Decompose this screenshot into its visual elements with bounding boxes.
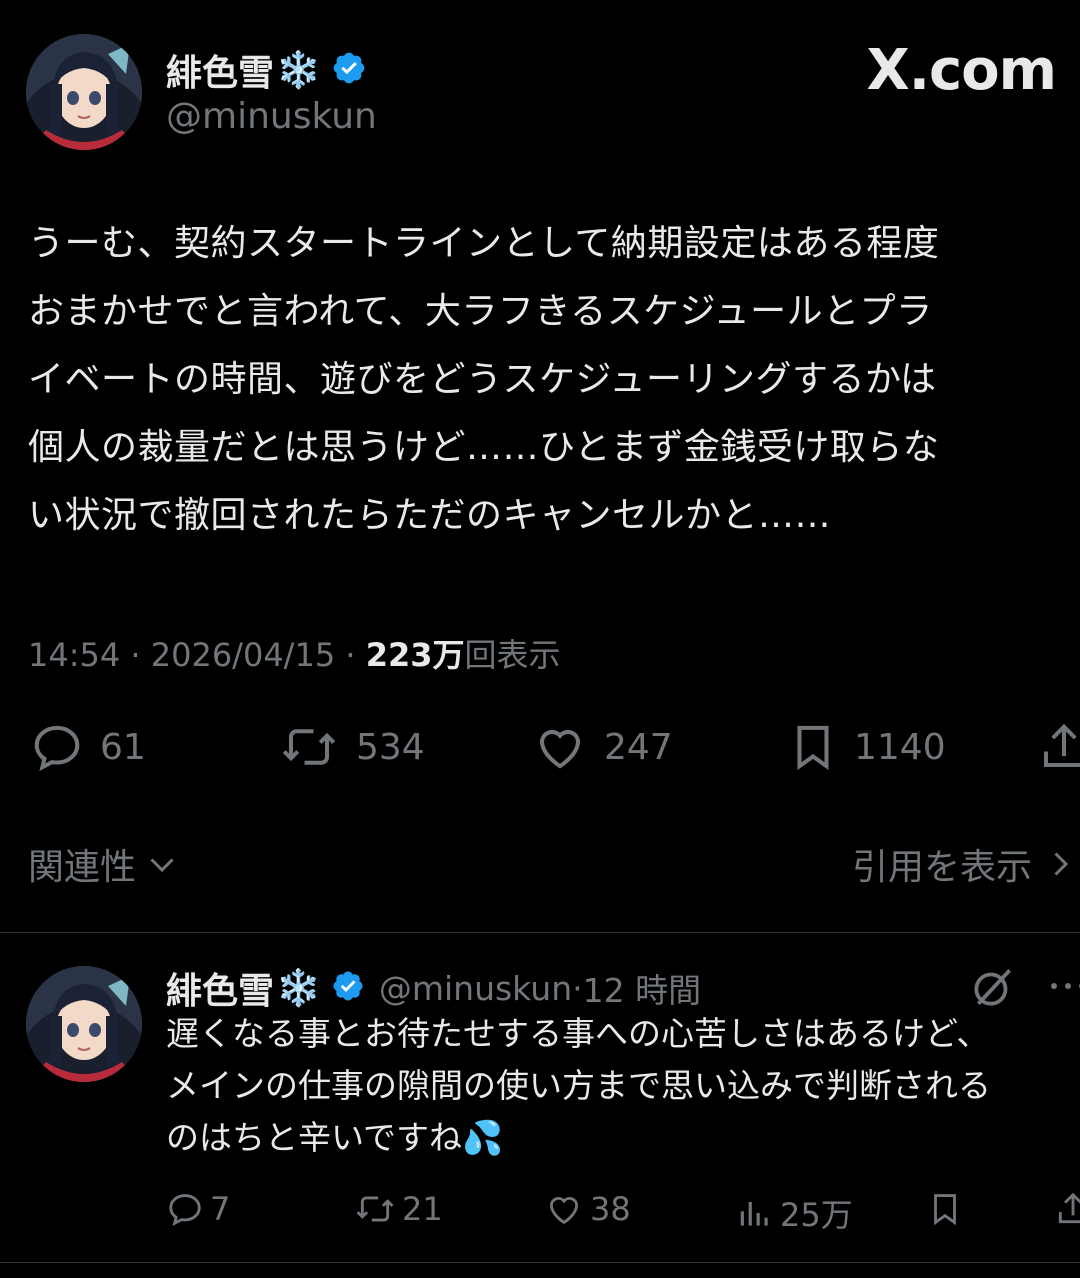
view-count: 223万 — [365, 636, 465, 674]
reply-text-line: メインの仕事の隙間の使い方まで思い込みで判断される — [166, 1066, 991, 1105]
reply-reply-button[interactable]: 7 — [166, 1190, 230, 1228]
author-handle[interactable]: @minuskun — [166, 96, 377, 137]
repost-icon — [356, 1196, 394, 1222]
reply-like-button[interactable]: 38 — [544, 1190, 631, 1228]
tweet-text-line: い状況で撤回されたらただのキャンセルかと…… — [28, 495, 832, 536]
share-button[interactable] — [1036, 720, 1080, 778]
reply-author-name[interactable]: 緋色雪 — [166, 962, 274, 1014]
tweet-text-line: おまかせでと言われて、大ラフきるスケジュールとプラ — [28, 291, 933, 332]
reply-bookmark-button[interactable] — [926, 1190, 964, 1232]
snowflake-emoji: ❄️ — [276, 50, 321, 91]
tweet-text-line: うーむ、契約スタートラインとして納期設定はある程度 — [28, 223, 940, 264]
reply-author-avatar[interactable] — [26, 966, 142, 1082]
author-avatar[interactable] — [26, 34, 142, 150]
reply-time[interactable]: 12 時間 — [583, 964, 701, 1012]
tweet-meta: 14:54 · 2026/04/15 · 223万回表示 — [28, 636, 561, 674]
reply-repost-count: 21 — [402, 1190, 443, 1228]
verified-badge-icon — [331, 969, 365, 1007]
bookmark-count: 1140 — [854, 726, 946, 768]
bookmark-icon — [797, 725, 829, 771]
view-quotes-link[interactable]: 引用を表示 — [852, 838, 1080, 890]
reply-text-line: 遅くなる事とお待たせする事への心苦しさはあるけど、 — [166, 1014, 990, 1053]
share-icon — [1043, 723, 1080, 768]
author-name: 緋色雪 — [166, 53, 275, 94]
reply-header: 緋色雪 ❄️ @minuskun · 12 時間 — [166, 962, 701, 1014]
site-label: X.com — [866, 38, 1057, 103]
repost-count: 534 — [356, 726, 425, 768]
reply-repost-button[interactable]: 21 — [354, 1190, 443, 1228]
analytics-icon — [740, 1201, 768, 1226]
tweet-text: うーむ、契約スタートラインとして納期設定はある程度 おまかせでと言われて、大ラフ… — [28, 210, 1080, 550]
heart-icon — [549, 1197, 579, 1225]
share-icon — [1058, 1192, 1080, 1224]
bookmark-button[interactable]: 1140 — [786, 720, 946, 774]
tweet-time[interactable]: 14:54 — [28, 636, 120, 674]
snowflake-emoji: ❄️ — [276, 968, 321, 1009]
repost-icon — [282, 729, 336, 765]
sort-label: 関連性 — [28, 847, 137, 888]
reply-text-line: のはちと辛いですね💦 — [166, 1118, 504, 1157]
bookmark-icon — [934, 1194, 956, 1226]
reply-icon — [169, 1194, 201, 1226]
like-button[interactable]: 247 — [530, 720, 673, 774]
sort-dropdown[interactable]: 関連性 — [28, 838, 180, 890]
more-options-icon[interactable] — [1046, 966, 1080, 1010]
reply-button[interactable]: 61 — [28, 720, 146, 774]
repost-button[interactable]: 534 — [276, 720, 425, 774]
tweet-date[interactable]: 2026/04/15 — [151, 636, 335, 674]
reply-icon — [34, 725, 80, 772]
reply-share-button[interactable] — [1054, 1190, 1080, 1232]
divider — [0, 1262, 1080, 1263]
view-count-label: 回表示 — [464, 636, 561, 674]
divider — [0, 932, 1080, 933]
reply-text: 遅くなる事とお待たせする事への心苦しさはあるけど、 メインの仕事の隙間の使い方ま… — [166, 1008, 1080, 1164]
reply-views-button[interactable]: 25万 — [736, 1190, 853, 1236]
author-name-row[interactable]: 緋色雪 ❄️ — [166, 44, 367, 96]
like-count: 247 — [604, 726, 673, 768]
verified-badge-icon — [331, 50, 367, 90]
reply-author-handle[interactable]: @minuskun — [379, 969, 572, 1008]
tweet-text-line: イベートの時間、遊びをどうスケジューリングするかは — [28, 359, 937, 400]
chevron-down-icon — [150, 858, 174, 873]
reply-view-count: 25万 — [780, 1196, 853, 1234]
chevron-right-icon — [1054, 852, 1069, 876]
view-quotes-label: 引用を表示 — [852, 847, 1033, 888]
heart-icon — [539, 729, 581, 769]
tweet-text-line: 個人の裁量だとは思うけど……ひとまず金銭受け取らな — [28, 427, 940, 468]
reply-count: 61 — [100, 726, 146, 768]
reply-like-count: 38 — [590, 1190, 631, 1228]
reply-reply-count: 7 — [210, 1190, 231, 1228]
